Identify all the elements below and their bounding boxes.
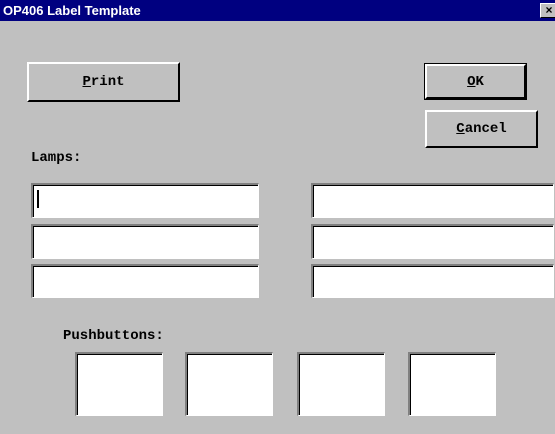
lamp-field-1[interactable] (31, 183, 259, 218)
ok-label-rest: K (475, 73, 484, 90)
pushbutton-field-3[interactable] (297, 352, 385, 416)
lamp-input-2[interactable] (33, 226, 258, 258)
pushbuttons-label: Pushbuttons: (63, 328, 164, 344)
lamps-label: Lamps: (31, 150, 82, 166)
print-button[interactable]: Print (27, 62, 180, 102)
lamp-field-5[interactable] (311, 224, 554, 259)
cancel-button[interactable]: Cancel (425, 110, 538, 148)
pushbutton-field-1[interactable] (75, 352, 163, 416)
pushbutton-field-2[interactable] (185, 352, 273, 416)
print-mnemonic: P (82, 74, 91, 90)
ok-mnemonic: O (467, 73, 476, 90)
ok-button[interactable]: OK (424, 63, 527, 100)
cancel-mnemonic: C (456, 121, 465, 137)
lamp-input-4[interactable] (313, 185, 553, 217)
pushbutton-field-4[interactable] (408, 352, 496, 416)
lamp-input-5[interactable] (313, 226, 553, 258)
lamp-field-2[interactable] (31, 224, 259, 259)
lamp-field-3[interactable] (31, 264, 259, 298)
title-bar: OP406 Label Template × (0, 0, 555, 21)
close-button[interactable]: × (540, 3, 555, 18)
cancel-label-rest: ancel (464, 121, 507, 137)
op406-dialog: OP406 Label Template × Print OK Cancel L… (0, 0, 555, 434)
lamp-input-6[interactable] (313, 266, 553, 297)
lamp-input-1[interactable] (33, 185, 258, 217)
print-label-rest: rint (90, 74, 125, 90)
text-caret (37, 190, 39, 208)
lamp-field-6[interactable] (311, 264, 554, 298)
window-title: OP406 Label Template (3, 3, 141, 18)
lamp-input-3[interactable] (33, 266, 258, 297)
close-icon: × (545, 3, 553, 17)
lamp-field-4[interactable] (311, 183, 554, 218)
